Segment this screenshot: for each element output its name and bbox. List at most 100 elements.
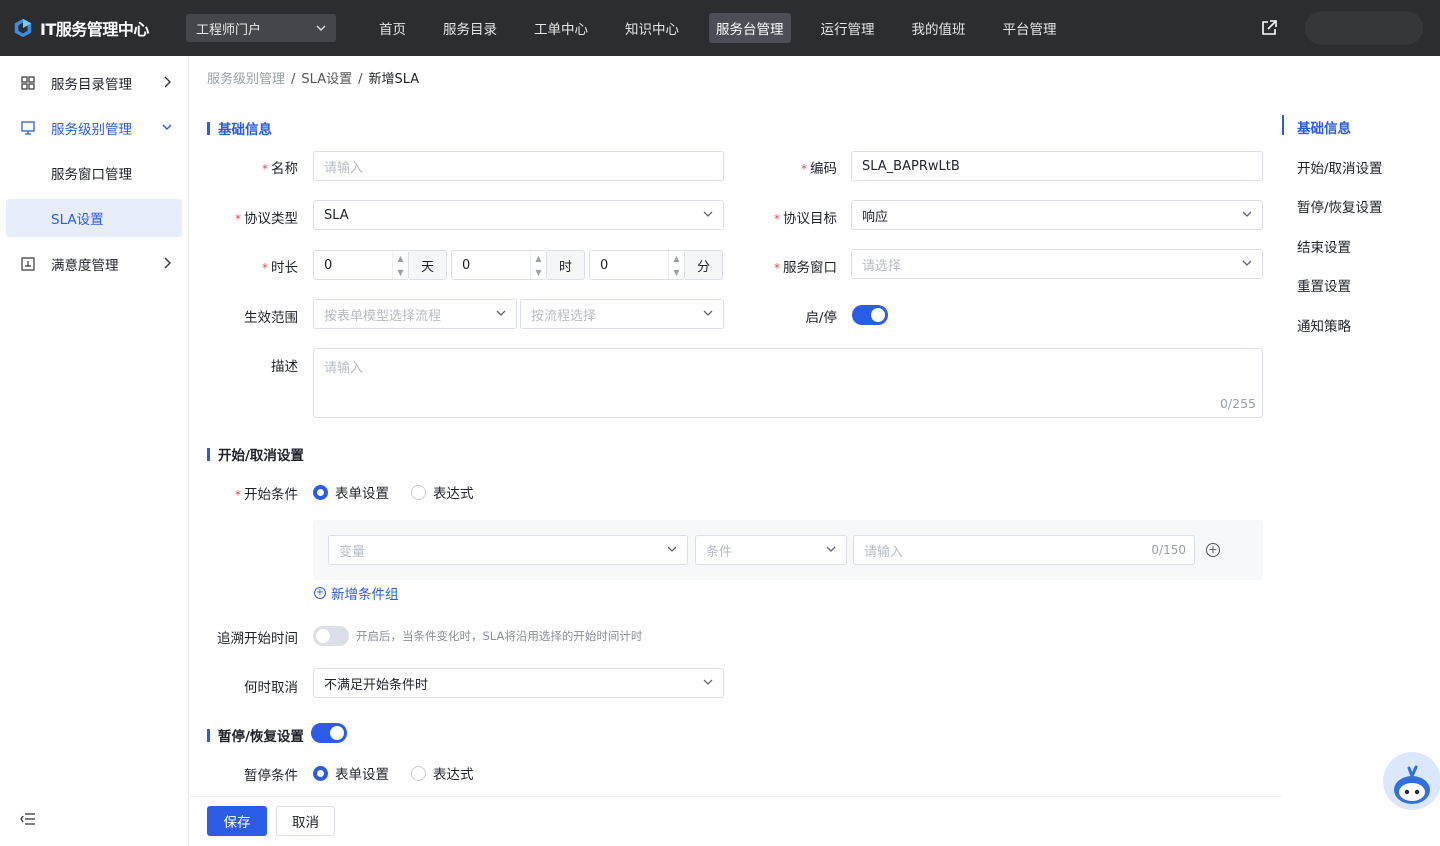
chevron-down-icon — [826, 546, 836, 552]
anchor-basic[interactable]: 基础信息 — [1297, 117, 1351, 137]
chevron-down-icon — [1242, 260, 1252, 266]
hour-unit: 时 — [547, 250, 585, 280]
caret-down-icon: ▼ — [397, 267, 404, 277]
scope-label: 生效范围 — [244, 310, 298, 326]
minute-unit: 分 — [685, 250, 723, 280]
sidebar-item-service-window[interactable]: 服务窗口管理 — [6, 154, 182, 192]
sidebar-item-label: 服务级别管理 — [51, 122, 132, 138]
type-label: * 协议类型 — [235, 211, 298, 227]
hours-input[interactable]: 0 ▲ ▼ — [451, 250, 547, 280]
nav-item-knowledge[interactable]: 知识中心 — [618, 13, 686, 43]
app-title: IT服务管理中心 — [40, 20, 149, 39]
cancel-button[interactable]: 取消 — [276, 806, 335, 836]
chevron-down-icon — [162, 124, 172, 130]
add-condition-icon[interactable]: + — [1206, 543, 1220, 557]
window-label: * 服务窗口 — [774, 260, 837, 276]
pause-toggle[interactable] — [311, 723, 347, 743]
chevron-right-icon — [164, 257, 171, 269]
robot-icon — [1394, 765, 1430, 804]
breadcrumb: 服务级别管理 / SLA设置 / 新增SLA — [207, 72, 420, 87]
caret-down-icon: ▼ — [673, 267, 680, 277]
enable-toggle[interactable] — [852, 305, 888, 325]
sidebar-item-satisfaction[interactable]: 满意度管理 — [6, 245, 182, 283]
caret-up-icon: ▲ — [535, 253, 542, 263]
monitor-icon — [21, 121, 35, 135]
pause-radio-form[interactable]: 表单设置 — [313, 763, 389, 783]
sidebar-item-label: SLA设置 — [51, 212, 104, 228]
scope-flow-select[interactable]: 按流程选择 — [520, 299, 724, 329]
caret-down-icon: ▼ — [535, 267, 542, 277]
portal-select[interactable]: 工程师门户 — [186, 14, 336, 42]
description-label: 描述 — [271, 359, 298, 375]
anchor-notify[interactable]: 通知策略 — [1297, 315, 1351, 335]
operator-select[interactable]: 条件 — [695, 535, 847, 565]
nav-item-home[interactable]: 首页 — [372, 13, 413, 43]
add-condition-group-link[interactable]: + 新增条件组 — [314, 583, 399, 603]
sidebar-item-catalog[interactable]: 服务目录管理 — [6, 64, 182, 102]
variable-select[interactable]: 变量 — [328, 535, 688, 565]
sidebar-item-label: 服务目录管理 — [51, 77, 132, 93]
cancel-when-select[interactable]: 不满足开始条件时 — [313, 668, 724, 698]
collapse-sidebar-icon[interactable] — [20, 812, 36, 826]
sidebar-item-label: 满意度管理 — [51, 258, 119, 274]
plus-circle-icon: + — [314, 587, 326, 599]
chevron-down-icon — [703, 679, 713, 685]
minutes-input[interactable]: 0 ▲ ▼ — [589, 250, 685, 280]
description-counter: 0/255 — [1219, 396, 1256, 411]
target-label: * 协议目标 — [774, 211, 837, 227]
sidebar-item-sla-mgmt[interactable]: 服务级别管理 — [6, 109, 182, 147]
nav-item-servicedesk[interactable]: 服务台管理 — [709, 13, 791, 43]
anchor-reset[interactable]: 重置设置 — [1297, 275, 1351, 295]
sidebar-item-label: 服务窗口管理 — [51, 167, 132, 183]
main-nav: 首页 服务目录 工单中心 知识中心 服务台管理 运行管理 我的值班 平台管理 — [372, 13, 1087, 43]
target-select[interactable]: 响应 — [851, 200, 1263, 230]
user-avatar[interactable] — [1305, 11, 1423, 45]
service-window-select[interactable]: 请选择 — [851, 249, 1263, 279]
top-navbar: IT服务管理中心 工程师门户 首页 服务目录 工单中心 知识中心 服务台管理 运… — [0, 0, 1440, 56]
sidebar-item-sla-settings[interactable]: SLA设置 — [6, 199, 182, 237]
code-label: * 编码 — [801, 161, 837, 177]
nav-item-catalog[interactable]: 服务目录 — [436, 13, 504, 43]
value-counter: 0/150 — [1151, 543, 1186, 557]
nav-item-platform[interactable]: 平台管理 — [996, 13, 1064, 43]
trace-hint: 开启后，当条件变化时，SLA将沿用选择的开始时间计时 — [356, 629, 643, 643]
chevron-down-icon — [667, 546, 677, 552]
anchor-start[interactable]: 开始/取消设置 — [1297, 157, 1383, 177]
days-input[interactable]: 0 ▲ ▼ — [313, 250, 409, 280]
save-button[interactable]: 保存 — [207, 806, 267, 836]
pause-condition-radio-group: 表单设置 表达式 — [313, 763, 496, 783]
value-input[interactable]: 请输入 0/150 — [853, 535, 1195, 565]
type-select[interactable]: SLA — [313, 200, 724, 230]
description-textarea[interactable]: 请输入 0/255 — [313, 348, 1263, 418]
nav-item-duty[interactable]: 我的值班 — [905, 13, 973, 43]
chevron-down-icon — [1242, 211, 1252, 217]
breadcrumb-item[interactable]: 服务级别管理 — [207, 72, 285, 87]
assistant-bot-button[interactable] — [1383, 752, 1440, 810]
app-logo[interactable]: IT服务管理中心 — [12, 16, 182, 40]
start-radio-form[interactable]: 表单设置 — [313, 482, 389, 502]
section-title-start: 开始/取消设置 — [207, 444, 304, 464]
caret-up-icon: ▲ — [673, 253, 680, 263]
code-input[interactable]: SLA_BAPRwLtB — [851, 151, 1263, 181]
breadcrumb-item[interactable]: SLA设置 — [301, 72, 352, 87]
external-link-icon[interactable] — [1260, 19, 1278, 37]
nav-item-tickets[interactable]: 工单中心 — [527, 13, 595, 43]
nav-item-operations[interactable]: 运行管理 — [814, 13, 882, 43]
anchor-end[interactable]: 结束设置 — [1297, 236, 1351, 256]
grid-icon — [21, 76, 35, 90]
day-unit: 天 — [409, 250, 447, 280]
cancel-when-label: 何时取消 — [244, 680, 298, 696]
section-title-basic: 基础信息 — [207, 118, 272, 138]
trace-toggle[interactable] — [313, 626, 349, 646]
pause-radio-expression[interactable]: 表达式 — [411, 763, 474, 783]
section-title-pause: 暂停/恢复设置 — [207, 725, 304, 745]
sidebar: 服务目录管理 服务级别管理 服务窗口管理 SLA设置 满意度管理 — [0, 56, 189, 846]
start-condition-radio-group: 表单设置 表达式 — [313, 482, 496, 502]
chevron-down-icon — [316, 25, 326, 31]
pause-condition-label: 暂停条件 — [244, 768, 298, 784]
action-bar: 保存 取消 — [190, 796, 1282, 846]
name-input[interactable]: 请输入 — [313, 151, 724, 181]
start-radio-expression[interactable]: 表达式 — [411, 482, 474, 502]
scope-form-select[interactable]: 按表单模型选择流程 — [313, 299, 517, 329]
anchor-pause[interactable]: 暂停/恢复设置 — [1297, 196, 1383, 216]
